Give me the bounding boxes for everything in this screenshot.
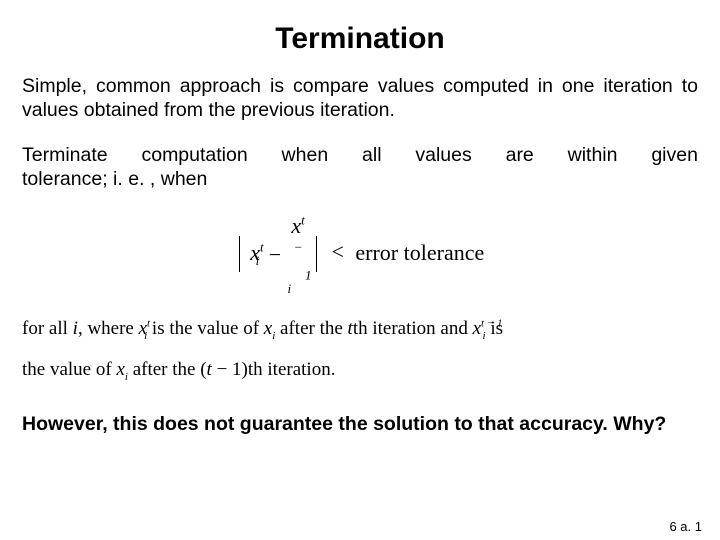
explanation-line-1: for all i, where xti is the value of xi …	[22, 317, 698, 344]
abs-bar-left	[239, 236, 240, 272]
abs-bar-right	[316, 236, 317, 272]
paragraph-2-line-1: Terminate computation when all values ar…	[22, 143, 698, 167]
minus-sign: −	[267, 241, 283, 269]
question-text: However, this does not guarantee the sol…	[22, 412, 698, 436]
less-than: <	[331, 239, 343, 264]
paragraph-2: Terminate computation when all values ar…	[22, 143, 698, 192]
formula: xti − xt − 1i < error tolerance	[22, 212, 698, 298]
term-x-t: xti	[248, 239, 261, 270]
explanation-line-2: the value of xi after the (t − 1)th iter…	[22, 358, 698, 385]
slide: Termination Simple, common approach is c…	[0, 0, 720, 540]
error-tolerance-text: error tolerance	[355, 239, 484, 264]
paragraph-2-line-2: tolerance; i. e. , when	[22, 167, 698, 191]
paragraph-1: Simple, common approach is compare value…	[22, 74, 698, 123]
inline-x-t-1: xt − 1i	[473, 318, 486, 339]
inline-x-t: xti	[139, 318, 148, 339]
page-number: 6 a. 1	[669, 519, 702, 534]
slide-body: Simple, common approach is compare value…	[0, 74, 720, 437]
term-x-t-1: xt − 1i	[289, 212, 308, 298]
slide-title: Termination	[0, 0, 720, 74]
